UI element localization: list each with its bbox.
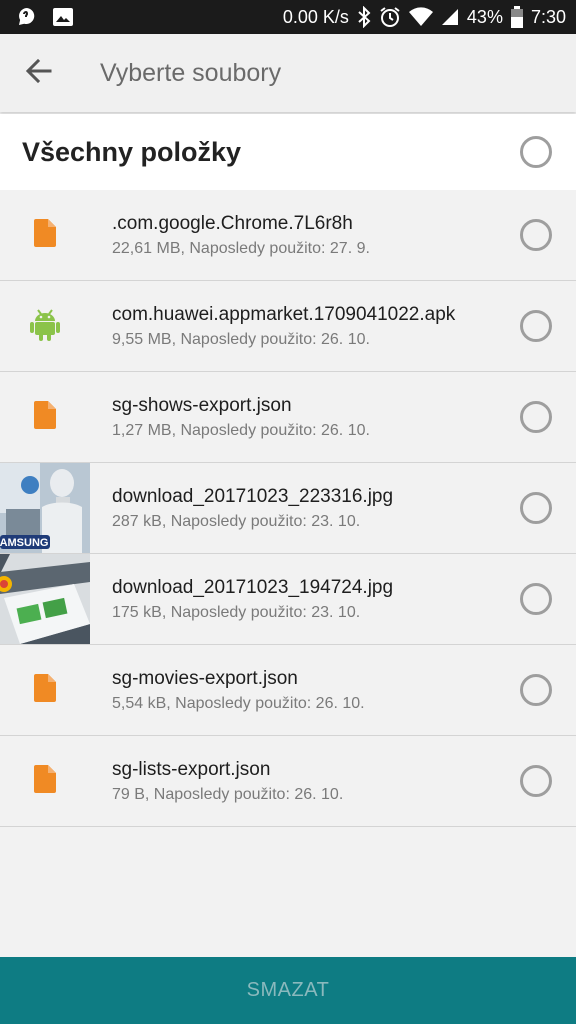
file-row[interactable]: sg-movies-export.json 5,54 kB, Naposledy… xyxy=(0,645,576,736)
file-name: sg-movies-export.json xyxy=(112,667,298,689)
file-select-radio[interactable] xyxy=(520,310,552,342)
file-row[interactable]: .com.google.Chrome.7L6r8h 22,61 MB, Napo… xyxy=(0,190,576,281)
file-meta: 79 B, Naposledy použito: 26. 10. xyxy=(112,785,344,803)
file-meta: 175 kB, Naposledy použito: 23. 10. xyxy=(112,603,361,621)
file-row[interactable]: sg-shows-export.json 1,27 MB, Naposledy … xyxy=(0,372,576,463)
alarm-icon xyxy=(379,6,401,28)
file-icon xyxy=(34,764,56,798)
image-thumbnail xyxy=(0,554,90,644)
select-all-label: Všechny položky xyxy=(22,136,242,167)
file-icon xyxy=(34,400,56,434)
battery-icon xyxy=(510,6,523,28)
thumbnail-caption: AMSUNG xyxy=(0,537,48,549)
select-all-radio[interactable] xyxy=(520,136,552,168)
android-icon xyxy=(30,307,60,346)
page-title: Vyberte soubory xyxy=(100,58,282,87)
file-name: com.huawei.appmarket.1709041022.apk xyxy=(112,303,456,325)
wifi-icon xyxy=(408,7,433,27)
file-select-radio[interactable] xyxy=(520,401,552,433)
file-row[interactable]: download_20171023_194724.jpg 175 kB, Nap… xyxy=(0,554,576,645)
file-row[interactable]: AMSUNG download_20171023_223316.jpg 287 … xyxy=(0,463,576,554)
file-meta: 287 kB, Naposledy použito: 23. 10. xyxy=(112,512,361,530)
file-row[interactable]: sg-lists-export.json 79 B, Naposledy pou… xyxy=(0,736,576,827)
bluetooth-icon xyxy=(357,6,371,28)
file-select-radio[interactable] xyxy=(520,219,552,251)
image-icon xyxy=(52,7,74,27)
file-meta: 1,27 MB, Naposledy použito: 26. 10. xyxy=(112,421,370,439)
status-bar: 0.00 K/s 43% 7:30 xyxy=(0,0,576,34)
file-name: download_20171023_194724.jpg xyxy=(112,576,394,598)
file-icon xyxy=(34,673,56,707)
file-name: sg-shows-export.json xyxy=(112,394,292,416)
select-all-row[interactable]: Všechny položky xyxy=(0,114,576,190)
chat-bubble-icon xyxy=(16,6,38,28)
file-row[interactable]: com.huawei.appmarket.1709041022.apk 9,55… xyxy=(0,281,576,372)
arrow-left-icon xyxy=(25,58,52,88)
file-meta: 22,61 MB, Naposledy použito: 27. 9. xyxy=(112,239,370,257)
file-name: download_20171023_223316.jpg xyxy=(112,485,394,507)
file-meta: 9,55 MB, Naposledy použito: 26. 10. xyxy=(112,330,370,348)
delete-button[interactable]: SMAZAT xyxy=(0,957,576,1024)
file-name: .com.google.Chrome.7L6r8h xyxy=(112,212,353,234)
delete-button-label: SMAZAT xyxy=(246,979,330,1001)
image-thumbnail: AMSUNG xyxy=(0,463,90,553)
cell-signal-icon xyxy=(441,8,459,26)
back-button[interactable] xyxy=(0,34,78,112)
file-meta: 5,54 kB, Naposledy použito: 26. 10. xyxy=(112,694,365,712)
file-list: .com.google.Chrome.7L6r8h 22,61 MB, Napo… xyxy=(0,190,576,827)
file-select-radio[interactable] xyxy=(520,583,552,615)
file-select-radio[interactable] xyxy=(520,765,552,797)
app-toolbar: Vyberte soubory xyxy=(0,34,576,112)
file-icon xyxy=(34,218,56,252)
file-select-radio[interactable] xyxy=(520,674,552,706)
clock: 7:30 xyxy=(530,6,566,27)
network-speed: 0.00 K/s xyxy=(282,6,349,27)
battery-percent: 43% xyxy=(466,6,503,27)
file-select-radio[interactable] xyxy=(520,492,552,524)
file-name: sg-lists-export.json xyxy=(112,758,271,780)
